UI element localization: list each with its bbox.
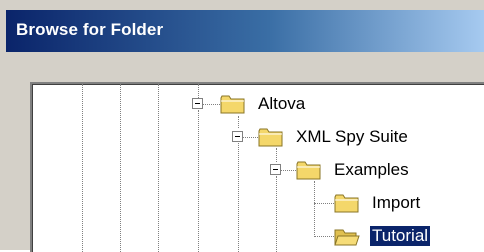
tree-connector xyxy=(238,116,239,128)
tree-item-altova[interactable]: Altova xyxy=(256,94,307,114)
tree-item-xml-spy-suite[interactable]: XML Spy Suite xyxy=(294,127,410,147)
tree-connector xyxy=(238,143,239,252)
tree-connector xyxy=(314,203,334,204)
collapse-altova-button[interactable] xyxy=(192,98,203,109)
folder-tree[interactable]: Altova XML Spy Suite Examples Import Tut… xyxy=(30,82,484,252)
folder-closed-icon xyxy=(258,126,284,148)
tree-connector xyxy=(198,84,199,98)
tree-guide-line xyxy=(82,84,83,252)
tree-connector xyxy=(314,181,315,237)
tree-item-examples[interactable]: Examples xyxy=(332,160,411,180)
window-title: Browse for Folder xyxy=(16,20,164,39)
folder-closed-icon xyxy=(334,192,360,214)
collapse-examples-button[interactable] xyxy=(270,164,281,175)
tree-connector xyxy=(314,236,334,237)
tree-guide-line xyxy=(120,84,121,252)
folder-open-icon xyxy=(334,225,360,247)
tree-item-tutorial[interactable]: Tutorial xyxy=(368,225,432,247)
tree-connector xyxy=(276,148,277,162)
tree-guide-line xyxy=(158,84,159,252)
tree-item-import[interactable]: Import xyxy=(370,193,422,213)
browse-for-folder-dialog: Browse for Folder Altova XML Spy Suite E… xyxy=(0,0,484,252)
title-bar[interactable]: Browse for Folder xyxy=(6,10,484,52)
tree-connector xyxy=(276,176,277,252)
tree-connector xyxy=(198,110,199,252)
folder-closed-icon xyxy=(220,93,246,115)
folder-closed-icon xyxy=(296,159,322,181)
collapse-xml-spy-suite-button[interactable] xyxy=(232,131,243,142)
